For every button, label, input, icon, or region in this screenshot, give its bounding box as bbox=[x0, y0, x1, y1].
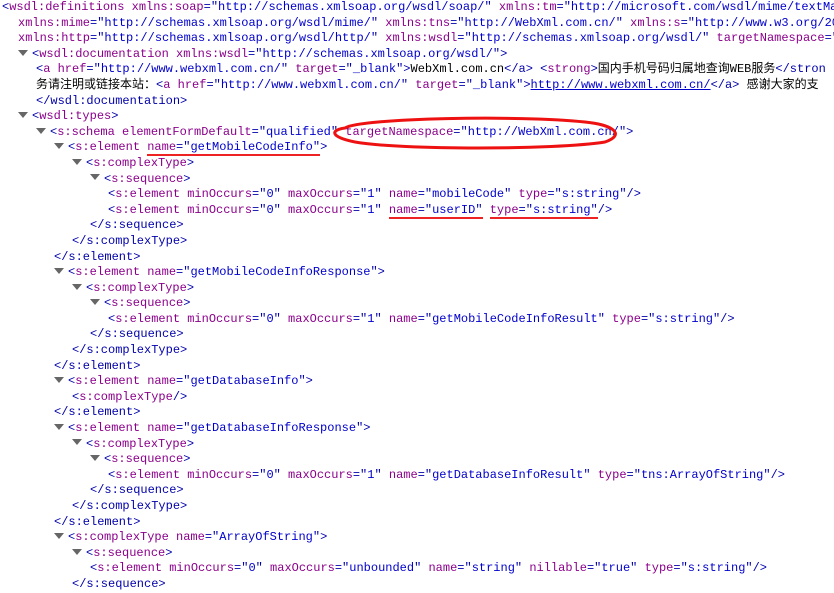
documentation-content-1: <a href="http://www.webxml.com.cn/" targ… bbox=[36, 62, 834, 78]
el4-child: <s:element minOccurs="0" maxOccurs="1" n… bbox=[108, 468, 834, 484]
el2-close-ct: </s:complexType> bbox=[72, 343, 834, 359]
collapse-icon[interactable] bbox=[36, 128, 46, 134]
wsdl-definitions-cont1: xmlns:mime="http://schemas.xmlsoap.org/w… bbox=[18, 16, 834, 32]
el1-close-el: </s:element> bbox=[54, 250, 834, 266]
element-getMobileCodeInfoResponse[interactable]: <s:element name="getMobileCodeInfoRespon… bbox=[54, 265, 834, 281]
wsdl-documentation-close: </wsdl:documentation> bbox=[36, 94, 834, 110]
ct-close-seq: </s:sequence> bbox=[72, 577, 834, 593]
collapse-icon[interactable] bbox=[90, 174, 100, 180]
el1-close-seq: </s:sequence> bbox=[90, 218, 834, 234]
wsdl-definitions-cont2: xmlns:http="http://schemas.xmlsoap.org/w… bbox=[18, 31, 834, 47]
el2-close-seq: </s:sequence> bbox=[90, 327, 834, 343]
collapse-icon[interactable] bbox=[72, 439, 82, 445]
element-getDatabaseInfo[interactable]: <s:element name="getDatabaseInfo"> bbox=[54, 374, 834, 390]
wsdl-types-open[interactable]: <wsdl:types> bbox=[18, 109, 834, 125]
complexType-ArrayOfString[interactable]: <s:complexType name="ArrayOfString"> bbox=[54, 530, 834, 546]
collapse-icon[interactable] bbox=[72, 549, 82, 555]
el2-complexType[interactable]: <s:complexType> bbox=[72, 281, 834, 297]
collapse-icon[interactable] bbox=[72, 159, 82, 165]
collapse-icon[interactable] bbox=[18, 50, 28, 56]
collapse-icon[interactable] bbox=[18, 112, 28, 118]
el4-complexType[interactable]: <s:complexType> bbox=[72, 437, 834, 453]
collapse-icon[interactable] bbox=[54, 143, 64, 149]
el2-child: <s:element minOccurs="0" maxOccurs="1" n… bbox=[108, 312, 834, 328]
el3-complexType-empty: <s:complexType/> bbox=[72, 390, 834, 406]
el1-complexType[interactable]: <s:complexType> bbox=[72, 156, 834, 172]
collapse-icon[interactable] bbox=[90, 455, 100, 461]
collapse-icon[interactable] bbox=[54, 533, 64, 539]
el1-child-mobileCode: <s:element minOccurs="0" maxOccurs="1" n… bbox=[108, 187, 834, 203]
el3-close-el: </s:element> bbox=[54, 405, 834, 421]
element-getMobileCodeInfo[interactable]: <s:element name="getMobileCodeInfo"> bbox=[54, 140, 834, 156]
el2-sequence[interactable]: <s:sequence> bbox=[90, 296, 834, 312]
el2-close-el: </s:element> bbox=[54, 359, 834, 375]
el1-close-ct: </s:complexType> bbox=[72, 234, 834, 250]
el4-close-ct: </s:complexType> bbox=[72, 499, 834, 515]
el1-sequence[interactable]: <s:sequence> bbox=[90, 172, 834, 188]
collapse-icon[interactable] bbox=[54, 268, 64, 274]
wsdl-documentation-open[interactable]: <wsdl:documentation xmlns:wsdl="http://s… bbox=[18, 47, 834, 63]
ct-sequence[interactable]: <s:sequence> bbox=[72, 546, 834, 562]
s-schema-open[interactable]: <s:schema elementFormDefault="qualified"… bbox=[36, 125, 834, 141]
el4-close-seq: </s:sequence> bbox=[90, 483, 834, 499]
collapse-icon[interactable] bbox=[72, 284, 82, 290]
collapse-icon[interactable] bbox=[54, 377, 64, 383]
el4-close-el: </s:element> bbox=[54, 515, 834, 531]
element-getDatabaseInfoResponse[interactable]: <s:element name="getDatabaseInfoResponse… bbox=[54, 421, 834, 437]
wsdl-definitions-open: <wsdl:definitions xmlns:soap="http://sch… bbox=[2, 0, 834, 16]
el4-sequence[interactable]: <s:sequence> bbox=[90, 452, 834, 468]
documentation-content-2: 务请注明或链接本站：<a href="http://www.webxml.com… bbox=[36, 78, 834, 94]
collapse-icon[interactable] bbox=[90, 299, 100, 305]
el1-child-userID: <s:element minOccurs="0" maxOccurs="1" n… bbox=[108, 203, 834, 219]
collapse-icon[interactable] bbox=[54, 424, 64, 430]
